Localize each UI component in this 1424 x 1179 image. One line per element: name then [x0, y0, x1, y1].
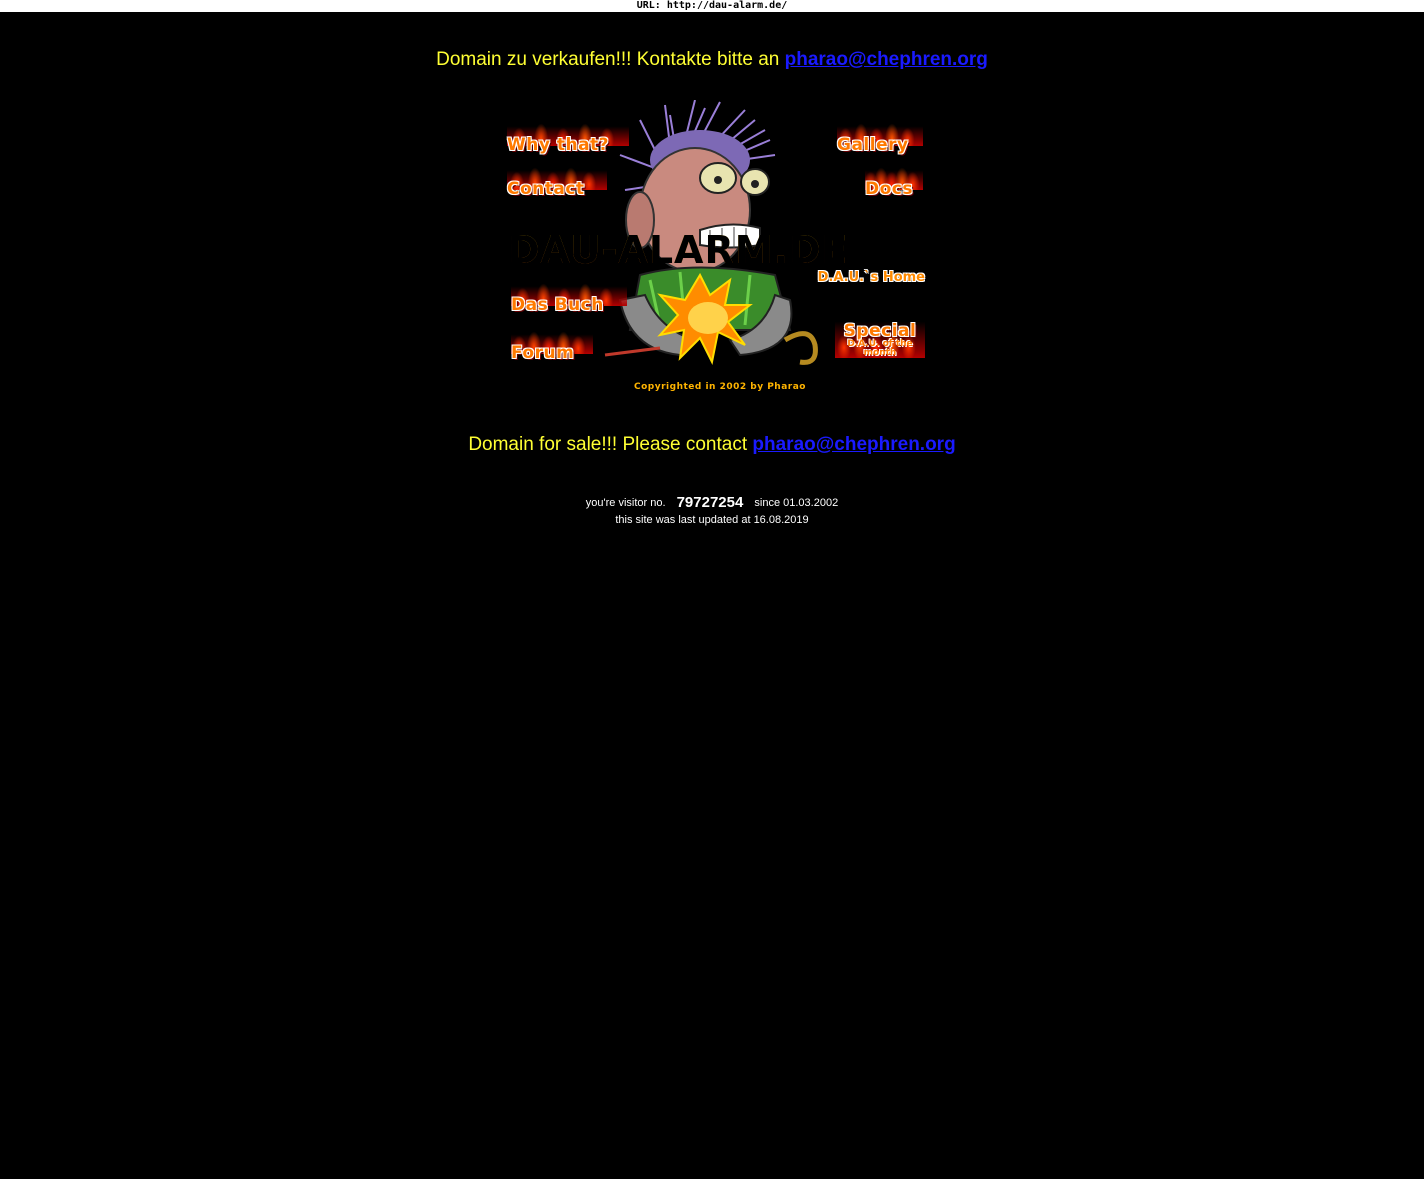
copyright-notice: Copyrighted in 2002 by Pharao: [634, 382, 806, 392]
nav-gallery-label: Gallery: [837, 135, 909, 155]
counter-prefix: you're visitor no.: [585, 497, 666, 509]
site-tagline: D.A.U.`s Home: [817, 270, 925, 285]
sale-text-german: Domain zu verkaufen!!! Kontakte bitte an: [436, 49, 785, 70]
nav-special-button[interactable]: Special D.A.U. of the month: [835, 306, 925, 366]
nav-das-buch-label: Das Buch: [511, 295, 604, 315]
nav-forum-label: Forum: [511, 343, 575, 363]
nav-contact-button[interactable]: Contact: [507, 162, 607, 198]
email-link-german[interactable]: pharao@chephren.org: [785, 49, 988, 70]
nav-special-sub-2: month: [863, 348, 897, 358]
nav-why-that-button[interactable]: Why that?: [507, 118, 629, 154]
nav-special-label: Special: [843, 321, 917, 341]
counter-number: 79727254: [676, 494, 744, 511]
splash-image-map: Why that? Contact Gallery Docs DAU-ALARM…: [505, 100, 925, 400]
counter-suffix: since 01.03.2002: [754, 497, 839, 509]
sale-text-english: Domain for sale!!! Please contact: [468, 434, 753, 455]
nav-forum-button[interactable]: Forum: [511, 326, 593, 362]
sale-notice-german: Domain zu verkaufen!!! Kontakte bitte an…: [0, 49, 1424, 71]
nav-gallery-button[interactable]: Gallery: [837, 118, 923, 154]
visitor-counter: you're visitor no. 79727254 since 01.03.…: [0, 494, 1424, 511]
nav-docs-label: Docs: [865, 179, 913, 199]
nav-docs-button[interactable]: Docs: [865, 162, 923, 198]
email-link-english[interactable]: pharao@chephren.org: [752, 434, 955, 455]
url-bar: URL: http://dau-alarm.de/: [0, 0, 1424, 12]
site-logo: DAU-ALARM.DE: [508, 231, 924, 269]
nav-contact-label: Contact: [507, 179, 585, 199]
sale-notice-english: Domain for sale!!! Please contact pharao…: [0, 434, 1424, 456]
nav-why-that-label: Why that?: [507, 135, 610, 155]
nav-das-buch-button[interactable]: Das Buch: [511, 278, 627, 314]
last-updated: this site was last updated at 16.08.2019: [615, 514, 809, 526]
